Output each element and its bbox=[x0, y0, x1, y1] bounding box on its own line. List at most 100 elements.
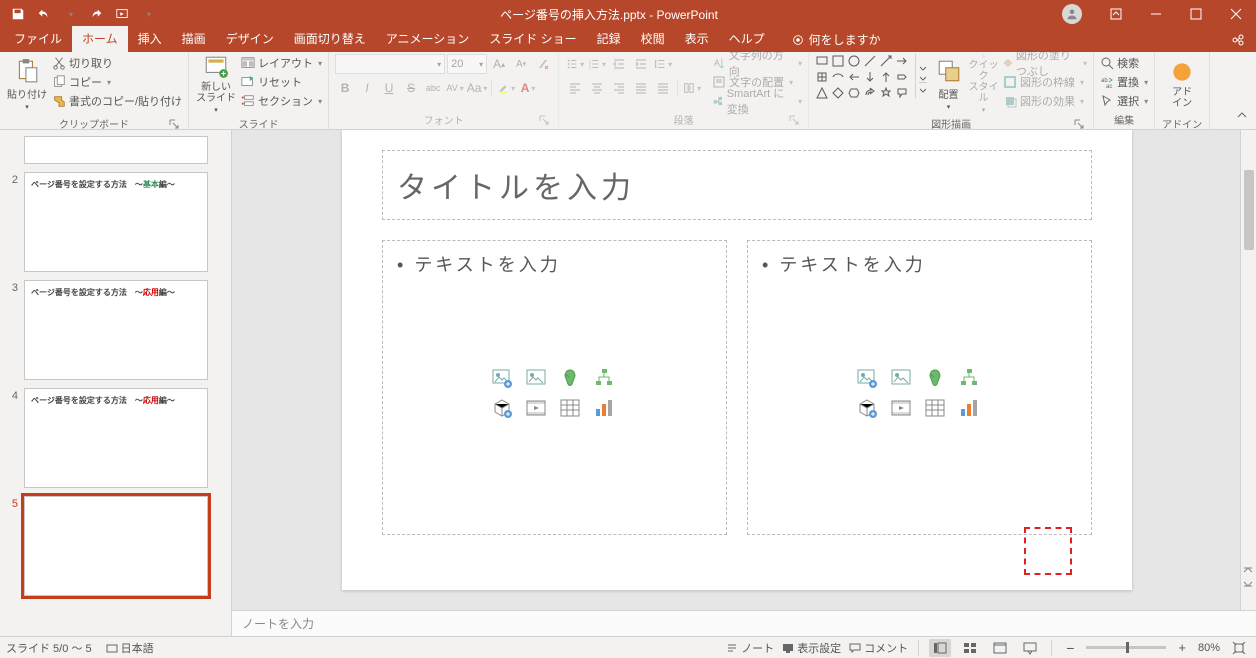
zoom-in-button[interactable]: + bbox=[1174, 640, 1190, 655]
vertical-scrollbar[interactable] bbox=[1240, 130, 1256, 610]
thumbnail-2[interactable]: ページ番号を設定する方法 ～基本編～ bbox=[24, 172, 208, 272]
tab-home[interactable]: ホーム bbox=[72, 26, 128, 52]
tab-file[interactable]: ファイル bbox=[4, 26, 72, 52]
insert-video-icon[interactable] bbox=[889, 396, 913, 420]
find-button[interactable]: 検索 bbox=[1100, 54, 1148, 72]
format-painter-button[interactable]: 書式のコピー/貼り付け bbox=[52, 92, 182, 110]
font-dialog-launcher[interactable] bbox=[538, 115, 550, 127]
collapse-ribbon-button[interactable] bbox=[1236, 109, 1252, 125]
font-color-button[interactable]: A bbox=[518, 78, 538, 98]
distributed-button[interactable] bbox=[653, 78, 673, 98]
insert-chart-icon[interactable] bbox=[957, 396, 981, 420]
increase-font-button[interactable]: A▴ bbox=[489, 54, 509, 74]
insert-3dmodel-icon[interactable] bbox=[490, 396, 514, 420]
decrease-font-button[interactable]: A▾ bbox=[511, 54, 531, 74]
slide-sorter-view-button[interactable] bbox=[959, 639, 981, 657]
increase-indent-button[interactable] bbox=[631, 54, 651, 74]
insert-picture-icon[interactable] bbox=[889, 366, 913, 390]
prev-slide-button[interactable] bbox=[1242, 564, 1254, 576]
insert-stock-image-icon[interactable] bbox=[490, 366, 514, 390]
insert-smartart-icon[interactable] bbox=[957, 366, 981, 390]
insert-icon-icon[interactable] bbox=[558, 366, 582, 390]
highlight-button[interactable] bbox=[496, 78, 516, 98]
thumbnails-scrollbar[interactable] bbox=[215, 130, 231, 636]
tell-me-search[interactable]: 何をしますか bbox=[783, 27, 889, 52]
slide-canvas-region[interactable]: タイトルを入力 • テキストを入力 bbox=[232, 130, 1256, 610]
numbering-button[interactable]: 123 bbox=[587, 54, 607, 74]
slideshow-view-button[interactable] bbox=[1019, 639, 1041, 657]
start-from-beginning-button[interactable] bbox=[110, 2, 134, 26]
tab-animations[interactable]: アニメーション bbox=[376, 26, 480, 52]
reset-button[interactable]: リセット bbox=[241, 73, 322, 91]
align-left-button[interactable] bbox=[565, 78, 585, 98]
zoom-slider[interactable] bbox=[1086, 646, 1166, 649]
convert-smartart-button[interactable]: SmartArt に変換 bbox=[712, 92, 802, 110]
minimize-button[interactable] bbox=[1136, 0, 1176, 28]
maximize-button[interactable] bbox=[1176, 0, 1216, 28]
insert-stock-image-icon[interactable] bbox=[855, 366, 879, 390]
underline-button[interactable]: U bbox=[379, 78, 399, 98]
ribbon-display-button[interactable] bbox=[1096, 0, 1136, 28]
normal-view-button[interactable] bbox=[929, 639, 951, 657]
clear-formatting-button[interactable] bbox=[533, 54, 553, 74]
content-placeholder-left[interactable]: • テキストを入力 bbox=[382, 240, 727, 535]
insert-video-icon[interactable] bbox=[524, 396, 548, 420]
columns-button[interactable] bbox=[682, 78, 702, 98]
slide-counter[interactable]: スライド 5/0 ～ 5 bbox=[6, 640, 92, 656]
layout-button[interactable]: レイアウト bbox=[241, 54, 322, 72]
redo-button[interactable] bbox=[84, 2, 108, 26]
justify-button[interactable] bbox=[631, 78, 651, 98]
bullets-button[interactable] bbox=[565, 54, 585, 74]
insert-table-icon[interactable] bbox=[558, 396, 582, 420]
close-button[interactable] bbox=[1216, 0, 1256, 28]
insert-smartart-icon[interactable] bbox=[592, 366, 616, 390]
italic-button[interactable]: I bbox=[357, 78, 377, 98]
insert-chart-icon[interactable] bbox=[592, 396, 616, 420]
cut-button[interactable]: 切り取り bbox=[52, 54, 182, 72]
addins-button[interactable]: アド イン bbox=[1161, 54, 1203, 114]
copy-button[interactable]: コピー bbox=[52, 73, 182, 91]
save-button[interactable] bbox=[6, 2, 30, 26]
tab-review[interactable]: 校閲 bbox=[631, 26, 675, 52]
replace-button[interactable]: abac置換 bbox=[1100, 73, 1148, 91]
tab-record[interactable]: 記録 bbox=[587, 26, 631, 52]
share-button[interactable] bbox=[1220, 28, 1256, 52]
text-direction-button[interactable]: A文字列の方向 bbox=[712, 54, 802, 72]
paragraph-dialog-launcher[interactable] bbox=[788, 115, 800, 127]
shape-effects-button[interactable]: 図形の効果 bbox=[1003, 92, 1087, 110]
select-button[interactable]: 選択 bbox=[1100, 92, 1148, 110]
title-placeholder[interactable]: タイトルを入力 bbox=[382, 150, 1092, 220]
reading-view-button[interactable] bbox=[989, 639, 1011, 657]
shapes-gallery[interactable] bbox=[815, 54, 915, 100]
char-spacing-button[interactable]: AV bbox=[445, 78, 465, 98]
undo-button[interactable] bbox=[32, 2, 56, 26]
notes-toggle[interactable]: ノート bbox=[726, 640, 774, 656]
tab-transitions[interactable]: 画面切り替え bbox=[284, 26, 376, 52]
thumbnail-4[interactable]: ページ番号を設定する方法 ～応用編～ bbox=[24, 388, 208, 488]
tab-design[interactable]: デザイン bbox=[216, 26, 284, 52]
quick-styles-button[interactable]: A クイック スタイル▾ bbox=[968, 54, 999, 114]
insert-picture-icon[interactable] bbox=[524, 366, 548, 390]
shape-fill-button[interactable]: 図形の塗りつぶし bbox=[1003, 54, 1087, 72]
decrease-indent-button[interactable] bbox=[609, 54, 629, 74]
fit-to-window-button[interactable] bbox=[1228, 639, 1250, 657]
thumbnail-3[interactable]: ページ番号を設定する方法 ～応用編～ bbox=[24, 280, 208, 380]
insert-icon-icon[interactable] bbox=[923, 366, 947, 390]
shadow-button[interactable]: abc bbox=[423, 78, 443, 98]
align-right-button[interactable] bbox=[609, 78, 629, 98]
font-size-combo[interactable]: 20▾ bbox=[447, 54, 487, 74]
tab-view[interactable]: 表示 bbox=[675, 26, 719, 52]
account-button[interactable] bbox=[1058, 0, 1086, 28]
tab-draw[interactable]: 描画 bbox=[172, 26, 216, 52]
paste-button[interactable]: 貼り付け ▾ bbox=[6, 54, 48, 114]
language-indicator[interactable]: 日本語 bbox=[106, 640, 154, 656]
change-case-button[interactable]: Aa bbox=[467, 78, 487, 98]
strikethrough-button[interactable]: S bbox=[401, 78, 421, 98]
line-spacing-button[interactable] bbox=[653, 54, 673, 74]
thumbnail-1[interactable] bbox=[24, 136, 208, 164]
tab-slideshow[interactable]: スライド ショー bbox=[479, 26, 586, 52]
notes-pane[interactable]: ノートを入力 bbox=[232, 610, 1256, 636]
content-placeholder-right[interactable]: • テキストを入力 bbox=[747, 240, 1092, 535]
section-button[interactable]: セクション bbox=[241, 92, 322, 110]
insert-3dmodel-icon[interactable] bbox=[855, 396, 879, 420]
